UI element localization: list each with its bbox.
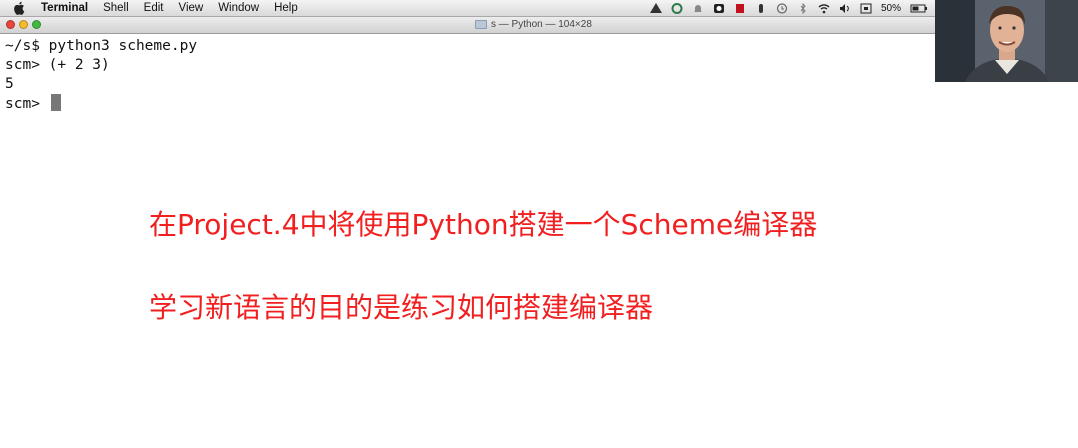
sync-icon[interactable] (671, 2, 683, 14)
window-title-bar[interactable]: s — Python — 104×28 (0, 17, 1078, 34)
subtitle-line-1: 在Project.4中将使用Python搭建一个Scheme编译器 (149, 208, 818, 241)
battery-percent: 50% (880, 2, 901, 14)
window-title: s — Python — 104×28 (475, 19, 592, 30)
input-source-icon[interactable] (860, 3, 872, 14)
menu-terminal[interactable]: Terminal (41, 2, 88, 14)
subtitle-line-2: 学习新语言的目的是练习如何搭建编译器 (149, 291, 654, 324)
folder-icon (475, 20, 487, 29)
menu-view[interactable]: View (178, 2, 203, 14)
battery-icon[interactable] (910, 3, 928, 14)
window-controls (6, 20, 41, 29)
menu-help[interactable]: Help (274, 2, 298, 14)
menu-window[interactable]: Window (218, 2, 259, 14)
presenter-portrait (935, 0, 1078, 82)
terminal-line: 5 (5, 76, 14, 92)
volume-icon[interactable] (839, 3, 851, 14)
terminal-prompt: scm> (5, 96, 49, 112)
minimize-button[interactable] (19, 20, 28, 29)
time-machine-icon[interactable] (776, 2, 788, 14)
terminal-prompt-line: scm> (5, 94, 61, 114)
record-icon[interactable] (734, 3, 746, 14)
apple-icon[interactable] (13, 1, 27, 15)
status-area: 50% (649, 0, 928, 16)
window-title-text: s — Python — 104×28 (491, 19, 592, 30)
zoom-button[interactable] (32, 20, 41, 29)
menu-shell[interactable]: Shell (103, 2, 129, 14)
terminal-line: scm> (+ 2 3) (5, 57, 110, 73)
bell-icon[interactable] (692, 3, 704, 14)
webcam-video (935, 0, 1078, 82)
menu-edit[interactable]: Edit (144, 2, 164, 14)
messages-icon[interactable] (713, 3, 725, 14)
close-button[interactable] (6, 20, 15, 29)
wifi-icon[interactable] (818, 3, 830, 14)
terminal-line: ~/s$ python3 scheme.py (5, 38, 198, 54)
drive-icon[interactable] (649, 2, 662, 14)
menu-bar: Terminal Shell Edit View Window Help 50% (0, 0, 1078, 17)
bluetooth-icon[interactable] (797, 2, 809, 14)
info-icon[interactable] (755, 3, 767, 14)
text-cursor (50, 94, 61, 111)
